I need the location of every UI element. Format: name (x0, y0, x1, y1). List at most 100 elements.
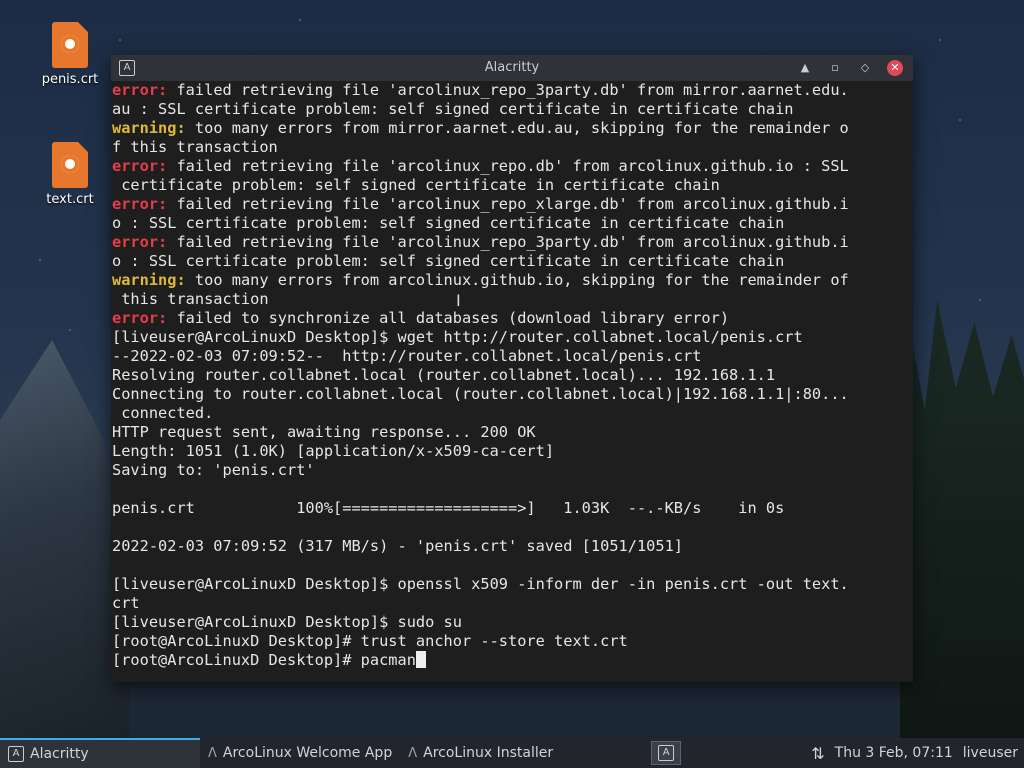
line-text: failed retrieving file 'arcolinux_repo_3… (167, 233, 849, 251)
line-text: Saving to: 'penis.crt' (112, 461, 315, 479)
terminal-line: HTTP request sent, awaiting response... … (112, 423, 911, 442)
terminal-line: [root@ArcoLinuxD Desktop]# pacman (112, 651, 911, 670)
terminal-line: warning: too many errors from arcolinux.… (112, 271, 911, 290)
line-text: o : SSL certificate problem: self signed… (112, 214, 785, 232)
line-text: failed to synchronize all databases (dow… (167, 309, 730, 327)
terminal-line: error: failed retrieving file 'arcolinux… (112, 81, 911, 100)
user-label[interactable]: liveuser (963, 745, 1018, 761)
line-text: certificate problem: self signed certifi… (112, 176, 720, 194)
line-text: too many errors from arcolinux.github.io… (185, 271, 849, 289)
warning-tag: warning: (112, 119, 186, 137)
line-text: 2022-02-03 07:09:52 (317 MB/s) - 'penis.… (112, 537, 683, 555)
terminal-line: error: failed retrieving file 'arcolinux… (112, 233, 911, 252)
terminal-line: 2022-02-03 07:09:52 (317 MB/s) - 'penis.… (112, 537, 911, 556)
task-label: ArcoLinux Installer (423, 745, 554, 761)
terminal-line: Connecting to router.collabnet.local (ro… (112, 385, 911, 404)
terminal-line: [liveuser@ArcoLinuxD Desktop]$ openssl x… (112, 575, 911, 594)
ibeam-cursor-icon: I (456, 291, 461, 310)
system-tray: ⇅ Thu 3 Feb, 07:11 liveuser (811, 744, 1024, 763)
terminal-line: penis.crt 100%[===================>] 1.0… (112, 499, 911, 518)
line-text: [liveuser@ArcoLinuxD Desktop]$ openssl x… (112, 575, 849, 593)
maximize-button[interactable]: ◇ (857, 60, 873, 76)
keep-above-button[interactable]: ▲ (797, 60, 813, 76)
terminal-line: [liveuser@ArcoLinuxD Desktop]$ wget http… (112, 328, 911, 347)
arcolinux-logo-icon: Λ (208, 745, 217, 761)
terminal-line: this transaction (112, 290, 911, 309)
terminal-line: Length: 1051 (1.0K) [application/x-x509-… (112, 442, 911, 461)
terminal-line: crt (112, 594, 911, 613)
error-tag: error: (112, 309, 168, 327)
line-text: o : SSL certificate problem: self signed… (112, 252, 785, 270)
line-text: failed retrieving file 'arcolinux_repo.d… (167, 157, 849, 175)
line-text: [liveuser@ArcoLinuxD Desktop]$ wget http… (112, 328, 803, 346)
close-button[interactable]: ✕ (887, 60, 903, 76)
alacritty-window[interactable]: A Alacritty ▲ ▫ ◇ ✕ error: failed retrie… (111, 55, 913, 682)
terminal-line: au : SSL certificate problem: self signe… (112, 100, 911, 119)
line-text: [root@ArcoLinuxD Desktop]# pacman (112, 651, 416, 669)
terminal-line: error: failed to synchronize all databas… (112, 309, 911, 328)
line-text: failed retrieving file 'arcolinux_repo_3… (167, 81, 849, 99)
line-text: Connecting to router.collabnet.local (ro… (112, 385, 849, 403)
window-title: Alacritty (484, 60, 540, 75)
wallpaper-trees (900, 300, 1024, 740)
pager-window-icon: A (658, 745, 675, 761)
terminal-line: certificate problem: self signed certifi… (112, 176, 911, 195)
terminal-line: error: failed retrieving file 'arcolinux… (112, 157, 911, 176)
certificate-file-icon (52, 142, 88, 188)
line-text: this transaction (112, 290, 269, 308)
task-installer[interactable]: Λ ArcoLinux Installer (400, 738, 561, 768)
terminal-line: ​ (112, 556, 911, 575)
minimize-button[interactable]: ▫ (827, 60, 843, 76)
terminal-line: [liveuser@ArcoLinuxD Desktop]$ sudo su (112, 613, 911, 632)
error-tag: error: (112, 233, 168, 251)
desktop-file-text-crt[interactable]: text.crt (30, 142, 110, 207)
certificate-file-icon (52, 22, 88, 68)
terminal-line: f this transaction (112, 138, 911, 157)
terminal-line: [root@ArcoLinuxD Desktop]# trust anchor … (112, 632, 911, 651)
terminal-line: error: failed retrieving file 'arcolinux… (112, 195, 911, 214)
terminal-output[interactable]: error: failed retrieving file 'arcolinux… (111, 81, 913, 679)
task-label: Alacritty (30, 746, 89, 762)
line-text: failed retrieving file 'arcolinux_repo_x… (167, 195, 849, 213)
arcolinux-logo-icon: Λ (408, 745, 418, 761)
terminal-line: Resolving router.collabnet.local (router… (112, 366, 911, 385)
clock[interactable]: Thu 3 Feb, 07:11 (835, 745, 953, 761)
line-text: Length: 1051 (1.0K) [application/x-x509-… (112, 442, 555, 460)
line-text: penis.crt 100%[===================>] 1.0… (112, 499, 785, 517)
line-text: Resolving router.collabnet.local (router… (112, 366, 776, 384)
line-text: too many errors from mirror.aarnet.edu.a… (185, 119, 849, 137)
terminal-line: o : SSL certificate problem: self signed… (112, 252, 911, 271)
line-text: [root@ArcoLinuxD Desktop]# trust anchor … (112, 632, 628, 650)
line-text: [liveuser@ArcoLinuxD Desktop]$ sudo su (112, 613, 462, 631)
warning-tag: warning: (112, 271, 186, 289)
window-titlebar[interactable]: A Alacritty ▲ ▫ ◇ ✕ (111, 55, 913, 81)
error-tag: error: (112, 157, 168, 175)
line-text: au : SSL certificate problem: self signe… (112, 100, 794, 118)
terminal-line: ​ (112, 518, 911, 537)
desktop-icon-label: penis.crt (41, 72, 99, 87)
error-tag: error: (112, 195, 168, 213)
task-label: ArcoLinux Welcome App (222, 745, 393, 761)
terminal-line: o : SSL certificate problem: self signed… (112, 214, 911, 233)
alacritty-app-icon[interactable]: A (119, 60, 135, 76)
line-text: crt (112, 594, 140, 612)
task-alacritty[interactable]: A Alacritty (0, 738, 200, 768)
terminal-line: connected. (112, 404, 911, 423)
line-text: connected. (112, 404, 214, 422)
task-welcome-app[interactable]: Λ ArcoLinux Welcome App (200, 738, 400, 768)
virtual-desktop-pager[interactable]: A (651, 741, 682, 765)
terminal-line: Saving to: 'penis.crt' (112, 461, 911, 480)
line-text: f this transaction (112, 138, 278, 156)
desktop-file-penis-crt[interactable]: penis.crt (30, 22, 110, 87)
terminal-line: ​ (112, 480, 911, 499)
taskbar: A Alacritty Λ ArcoLinux Welcome App Λ Ar… (0, 738, 1024, 768)
line-text: --2022-02-03 07:09:52-- http://router.co… (112, 347, 702, 365)
line-text: HTTP request sent, awaiting response... … (112, 423, 536, 441)
desktop-icon-label: text.crt (46, 192, 94, 207)
text-cursor (415, 651, 426, 668)
error-tag: error: (112, 81, 168, 99)
network-icon[interactable]: ⇅ (811, 744, 824, 763)
alacritty-task-icon: A (8, 746, 24, 762)
terminal-line: warning: too many errors from mirror.aar… (112, 119, 911, 138)
terminal-line: --2022-02-03 07:09:52-- http://router.co… (112, 347, 911, 366)
